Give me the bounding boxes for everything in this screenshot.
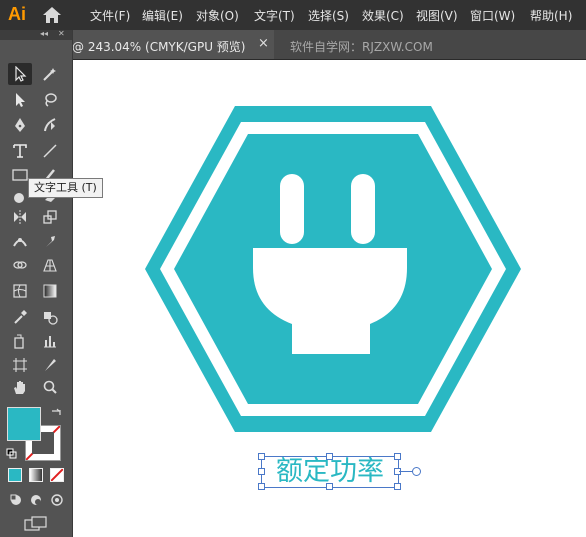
swap-fill-stroke-icon[interactable]: [50, 404, 62, 423]
artboard-icon[interactable]: [8, 354, 32, 376]
artboard-canvas[interactable]: 额定功率: [73, 60, 586, 537]
gradient-mode-button[interactable]: [29, 468, 43, 482]
draw-behind-icon[interactable]: [29, 492, 43, 511]
tab-active-document[interactable]: @ 243.04% (CMYK/GPU 预览) ×: [72, 30, 274, 59]
text-out-port[interactable]: [412, 467, 421, 476]
magic-wand-icon[interactable]: [38, 63, 62, 85]
slice-icon[interactable]: [38, 354, 62, 376]
mesh-icon[interactable]: [8, 280, 32, 302]
tools-panel: ◂◂ ✕: [0, 29, 73, 537]
draw-inside-icon[interactable]: [50, 492, 64, 511]
menu-object[interactable]: 对象(O): [196, 7, 239, 24]
panel-close-icon[interactable]: ✕: [58, 29, 65, 38]
lasso-icon[interactable]: [38, 89, 62, 111]
text-port-line: [399, 471, 413, 472]
menu-help[interactable]: 帮助(H): [530, 7, 572, 24]
puppet-warp-icon[interactable]: [38, 230, 62, 252]
app-logo: Ai: [8, 4, 26, 24]
document-tab-bar: @ 243.04% (CMYK/GPU 预览) × 软件自学网：RJZXW.CO…: [72, 30, 586, 60]
shape-builder-icon[interactable]: [8, 254, 32, 276]
draw-normal-icon[interactable]: [9, 492, 23, 511]
line-segment-icon[interactable]: [38, 140, 62, 162]
selection-handle-bc[interactable]: [326, 483, 333, 490]
symbol-sprayer-icon[interactable]: [8, 330, 32, 352]
menu-edit[interactable]: 编辑(E): [142, 7, 183, 24]
plug-pin-left: [280, 174, 304, 244]
eyedropper-icon[interactable]: [8, 306, 32, 328]
selection-handle-br[interactable]: [394, 483, 401, 490]
tab-title: @ 243.04% (CMYK/GPU 预览): [72, 40, 246, 54]
selection-handle-tl[interactable]: [258, 453, 265, 460]
menu-window[interactable]: 窗口(W): [470, 7, 515, 24]
collapse-icon[interactable]: ◂◂: [40, 29, 48, 38]
selection-tool-icon[interactable]: [8, 63, 32, 85]
menu-bar: Ai 文件(F) 编辑(E) 对象(O) 文字(T) 选择(S) 效果(C) 视…: [0, 0, 586, 30]
direct-selection-icon[interactable]: [8, 89, 32, 111]
selection-handle-bl[interactable]: [258, 483, 265, 490]
power-plug-sign-artwork[interactable]: [145, 106, 521, 432]
menu-effect[interactable]: 效果(C): [362, 7, 404, 24]
zoom-icon[interactable]: [38, 376, 62, 398]
reflect-icon[interactable]: [8, 206, 32, 228]
menu-type[interactable]: 文字(T): [254, 7, 295, 24]
fill-swatch[interactable]: [7, 407, 41, 441]
hand-icon[interactable]: [8, 376, 32, 398]
blend-icon[interactable]: [38, 306, 62, 328]
pen-icon[interactable]: [8, 114, 32, 136]
plug-pin-right: [351, 174, 375, 244]
menu-select[interactable]: 选择(S): [308, 7, 349, 24]
scale-icon[interactable]: [38, 206, 62, 228]
selection-handle-ml[interactable]: [258, 468, 265, 475]
color-mode-button[interactable]: [8, 468, 22, 482]
home-icon[interactable]: [42, 6, 62, 27]
curvature-icon[interactable]: [38, 114, 62, 136]
tools-panel-header: ◂◂ ✕: [0, 29, 72, 40]
none-mode-button[interactable]: [50, 468, 64, 482]
selection-handle-tc[interactable]: [326, 453, 333, 460]
default-colors-icon[interactable]: [6, 445, 18, 464]
gradient-icon[interactable]: [38, 280, 62, 302]
type-tool-icon[interactable]: [8, 140, 32, 162]
column-graph-icon[interactable]: [38, 330, 62, 352]
type-tool-tooltip: 文字工具 (T): [28, 178, 103, 198]
width-tool-icon[interactable]: [8, 230, 32, 252]
perspective-grid-icon[interactable]: [38, 254, 62, 276]
selection-handle-tr[interactable]: [394, 453, 401, 460]
close-icon[interactable]: ×: [258, 36, 269, 51]
tab-watermark-document[interactable]: 软件自学网：RJZXW.COM: [290, 38, 433, 55]
menu-view[interactable]: 视图(V): [416, 7, 458, 24]
screen-mode-icon[interactable]: [24, 516, 48, 536]
menu-file[interactable]: 文件(F): [90, 7, 130, 24]
